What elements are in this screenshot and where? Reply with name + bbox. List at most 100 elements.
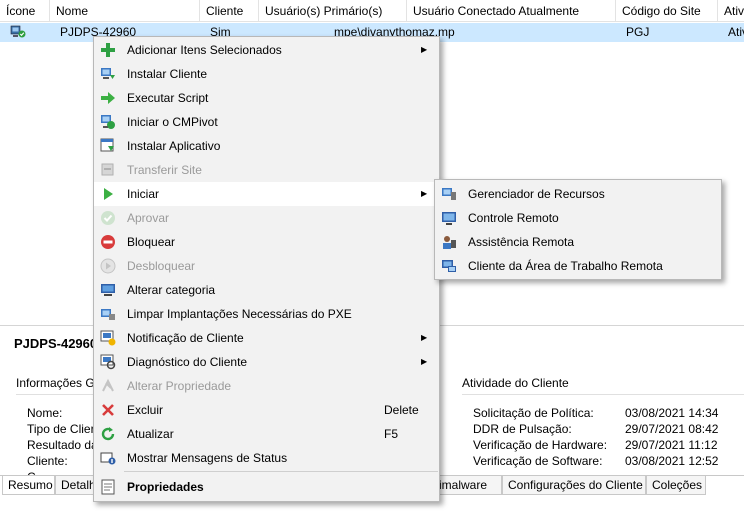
change-category-icon: [101, 284, 115, 296]
start-submenu: Gerenciador de Recursos Controle Remoto …: [434, 179, 722, 280]
menu-item-label: Limpar Implantações Necessárias do PXE: [127, 307, 352, 321]
activity-value: 29/07/2021 08:42: [625, 422, 719, 436]
cell-active: Ativ: [728, 25, 744, 39]
menu-item-label: Iniciar o CMPivot: [127, 115, 218, 129]
context-menu: Adicionar Itens Selecionados ▶ Instalar …: [93, 36, 440, 502]
menu-item-properties[interactable]: Propriedades: [94, 475, 439, 499]
cmpivot-icon: [101, 115, 115, 129]
resource-explorer-icon: [442, 188, 456, 200]
menu-item-label: Gerenciador de Recursos: [468, 187, 605, 201]
menu-item-label: Excluir: [127, 403, 164, 417]
install-app-icon: [100, 138, 114, 152]
refresh-icon: [101, 427, 115, 441]
menu-item-label: Mostrar Mensagens de Status: [127, 451, 288, 465]
general-label: Resultado da: [27, 438, 98, 452]
client-notification-icon: [100, 330, 116, 346]
column-header-client[interactable]: Cliente: [200, 0, 259, 22]
menu-item-label: Diagnóstico do Cliente: [127, 355, 248, 369]
submenu-arrow-icon: ▶: [421, 189, 428, 198]
unblock-icon: [100, 258, 116, 274]
menu-item-unblock[interactable]: Desbloquear: [94, 254, 439, 278]
menu-item-label: Aprovar: [127, 211, 170, 225]
submenu-item-remote-control[interactable]: Controle Remoto: [435, 206, 721, 230]
activity-section-title: Atividade do Cliente: [462, 376, 569, 390]
cell-site-code: PGJ: [626, 25, 650, 39]
remote-desktop-icon: [442, 260, 456, 272]
menu-item-label: Iniciar: [127, 187, 160, 201]
menu-item-label: Assistência Remota: [468, 235, 575, 249]
menu-item-install-client[interactable]: Instalar Cliente: [94, 62, 439, 86]
computer-client-icon: [10, 25, 26, 38]
menu-item-label: Instalar Aplicativo: [127, 139, 221, 153]
submenu-item-remote-desktop[interactable]: Cliente da Área de Trabalho Remota: [435, 254, 721, 278]
submenu-arrow-icon: ▶: [421, 357, 428, 366]
activity-value: 03/08/2021 14:34: [625, 406, 719, 420]
change-ownership-icon: [102, 378, 114, 392]
menu-item-delete[interactable]: Excluir Delete: [94, 398, 439, 422]
column-header-primary-users[interactable]: Usuário(s) Primário(s): [259, 0, 407, 22]
menu-item-refresh[interactable]: Atualizar F5: [94, 422, 439, 446]
tab-client-settings[interactable]: Configurações do Cliente: [502, 476, 646, 495]
menu-item-label: Desbloquear: [127, 259, 196, 273]
menu-item-label: Adicionar Itens Selecionados: [127, 43, 282, 57]
submenu-item-remote-assistance[interactable]: Assistência Remota: [435, 230, 721, 254]
general-label: Nome:: [27, 406, 63, 420]
menu-item-label: Notificação de Cliente: [127, 331, 244, 345]
menu-item-label: Controle Remoto: [468, 211, 559, 225]
section-divider: [462, 394, 744, 395]
properties-icon: [101, 479, 115, 495]
start-icon: [104, 188, 113, 200]
tab-detalhes[interactable]: Detalh: [55, 476, 97, 495]
menu-item-label: Bloquear: [127, 235, 176, 249]
shortcut-label: Delete: [384, 403, 419, 417]
install-client-icon: [101, 68, 115, 79]
tab-collections[interactable]: Coleções: [646, 476, 706, 495]
clear-pxe-icon: [101, 309, 115, 320]
menu-item-client-diagnostics[interactable]: Diagnóstico do Cliente ▶: [94, 350, 439, 374]
menu-item-transfer-site[interactable]: Transferir Site: [94, 158, 439, 182]
column-header-name[interactable]: Nome: [50, 0, 200, 22]
menu-item-install-application[interactable]: Instalar Aplicativo: [94, 134, 439, 158]
menu-item-label: Alterar Propriedade: [127, 379, 232, 393]
menu-item-approve[interactable]: Aprovar: [94, 206, 439, 230]
menu-item-label: Propriedades: [127, 480, 204, 494]
menu-item-start[interactable]: Iniciar ▶: [94, 182, 439, 206]
column-header-icon[interactable]: Ícone: [0, 0, 50, 22]
menu-item-add-selected-items[interactable]: Adicionar Itens Selecionados ▶: [94, 38, 439, 62]
column-header-site-code[interactable]: Código do Site: [616, 0, 718, 22]
block-icon: [101, 235, 115, 249]
menu-item-start-cmpivot[interactable]: Iniciar o CMPivot: [94, 110, 439, 134]
activity-label: DDR de Pulsação:: [473, 422, 572, 436]
remote-control-icon: [442, 212, 456, 225]
menu-separator: [124, 471, 438, 472]
menu-item-label: Transferir Site: [127, 163, 202, 177]
general-section-title: Informações G: [16, 376, 95, 390]
transfer-site-icon: [101, 163, 114, 176]
menu-item-show-status-messages[interactable]: Mostrar Mensagens de Status: [94, 446, 439, 470]
activity-label: Solicitação de Política:: [473, 406, 594, 420]
tab-resumo[interactable]: Resumo: [2, 476, 55, 495]
menu-item-client-notification[interactable]: Notificação de Cliente ▶: [94, 326, 439, 350]
submenu-item-resource-explorer[interactable]: Gerenciador de Recursos: [435, 182, 721, 206]
column-header-logged-user[interactable]: Usuário Conectado Atualmente: [407, 0, 616, 22]
menu-item-change-ownership[interactable]: Alterar Propriedade: [94, 374, 439, 398]
menu-item-label: Instalar Cliente: [127, 67, 208, 81]
shortcut-label: F5: [384, 427, 399, 441]
menu-item-label: Executar Script: [127, 91, 209, 105]
activity-label: Verificação de Software:: [473, 454, 603, 468]
submenu-arrow-icon: ▶: [421, 45, 428, 54]
run-script-icon: [101, 92, 115, 104]
menu-item-change-category[interactable]: Alterar categoria: [94, 278, 439, 302]
menu-item-clear-pxe[interactable]: Limpar Implantações Necessárias do PXE: [94, 302, 439, 326]
activity-value: 29/07/2021 11:12: [625, 438, 718, 452]
menu-item-label: Atualizar: [127, 427, 174, 441]
add-icon: [101, 43, 115, 57]
approve-icon: [101, 211, 115, 225]
general-label: Cliente:: [27, 454, 68, 468]
submenu-arrow-icon: ▶: [421, 333, 428, 342]
menu-item-block[interactable]: Bloquear: [94, 230, 439, 254]
details-title: PJDPS-42960: [14, 336, 98, 351]
grid-header: Ícone Nome Cliente Usuário(s) Primário(s…: [0, 0, 744, 22]
column-header-active[interactable]: Ativ: [718, 0, 744, 22]
menu-item-run-script[interactable]: Executar Script: [94, 86, 439, 110]
